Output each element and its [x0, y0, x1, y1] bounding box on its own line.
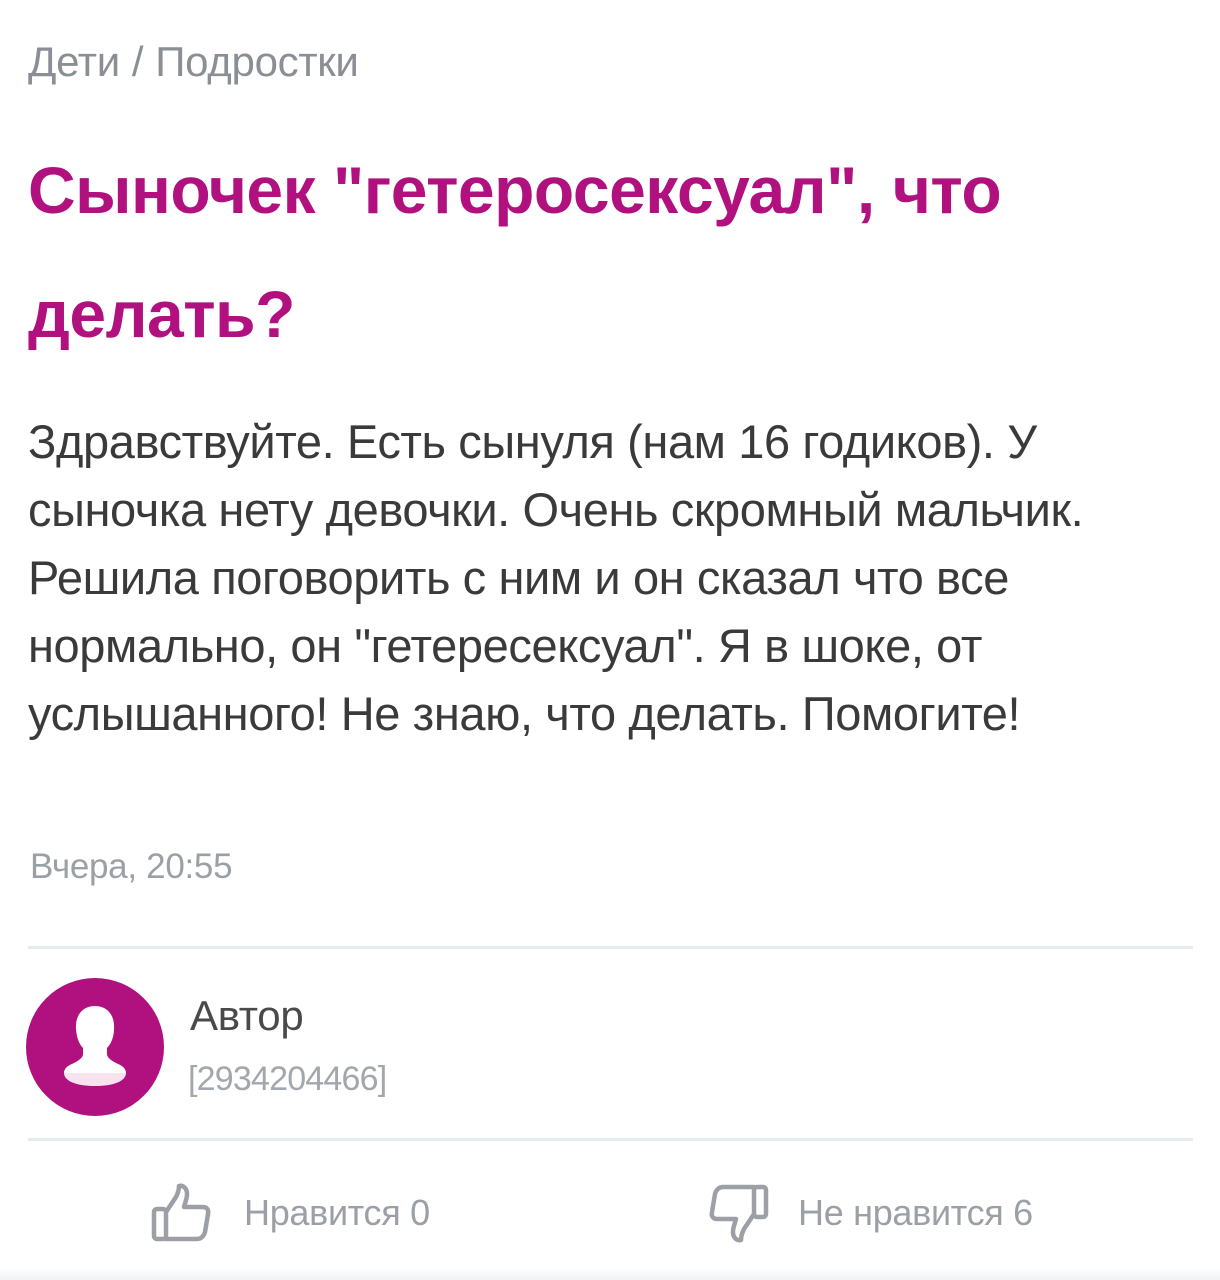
breadcrumb-category-link[interactable]: Дети — [28, 38, 120, 85]
like-count-label: Нравится 0 — [244, 1192, 430, 1233]
breadcrumb-separator: / — [131, 38, 144, 85]
post-body: Здравствуйте. Есть сынуля (нам 16 годико… — [28, 415, 1084, 740]
breadcrumb-subcategory-link[interactable]: Подростки — [155, 38, 359, 85]
like-button[interactable]: Нравится 0 — [150, 1178, 430, 1248]
divider — [28, 1138, 1193, 1141]
author-name[interactable]: Автор — [190, 988, 304, 1044]
author-id: [2934204466] — [188, 1060, 387, 1098]
user-silhouette-icon — [64, 1006, 126, 1086]
dislike-button[interactable]: Не нравится 6 — [706, 1178, 1033, 1248]
post-title: Сыночек "гетеросексуал", что делать? — [28, 153, 1002, 351]
thumbs-up-icon — [151, 1183, 211, 1242]
thumbs-down-icon — [709, 1184, 769, 1243]
question-page: Дети / Подростки Сыночек "гетеросексуал", … — [0, 0, 1220, 1280]
dislike-count-label: Не нравится 6 — [798, 1192, 1033, 1233]
divider — [28, 946, 1193, 949]
breadcrumb: Дети / Подростки — [28, 34, 359, 90]
author-avatar[interactable] — [26, 978, 164, 1116]
post-timestamp: Вчера, 20:55 — [30, 847, 233, 886]
bottom-edge — [0, 1268, 1220, 1280]
